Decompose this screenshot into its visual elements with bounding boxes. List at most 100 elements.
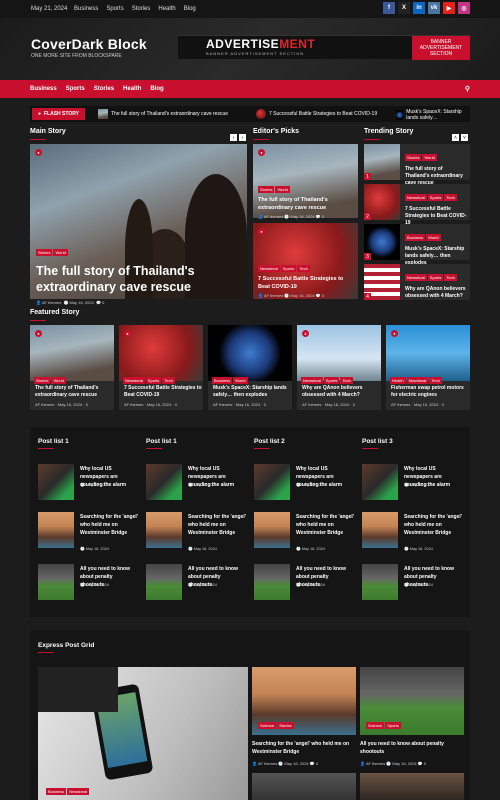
editors-pick-card[interactable]: ● Newsbeat Sports Tech 7 Successful Battle… xyxy=(253,223,358,299)
camera-icon: ● xyxy=(35,330,42,337)
express-card-title[interactable]: Searching for the 'angel' who held me on… xyxy=(252,740,356,756)
tag[interactable]: Stories xyxy=(36,249,53,256)
post-list-item[interactable]: Why local US newspapers are sounding the… xyxy=(254,464,354,504)
site-title[interactable]: CoverDark Block xyxy=(31,36,147,52)
ticker-item[interactable]: The full story of Thailand's extraordina… xyxy=(98,109,228,119)
post-list-item[interactable]: Why local US newspapers are sounding the… xyxy=(146,464,246,504)
facebook-icon[interactable]: f xyxy=(383,2,395,14)
editors-pick-card[interactable]: ● Stories World The full story of Thailan… xyxy=(253,144,358,219)
trending-item[interactable]: 2 Newsbeat Sports Tech 7 Successful Battle … xyxy=(364,184,470,226)
ad-subtitle: BANNER ADVERTISEMENT SECTION xyxy=(206,51,305,56)
top-menu-stories[interactable]: Stories xyxy=(132,6,151,12)
post-list-item[interactable]: All you need to know about penalty shoot… xyxy=(146,564,246,604)
post-title[interactable]: Searching for the 'angel' who held me on… xyxy=(404,513,462,537)
post-thumbnail[interactable] xyxy=(254,464,290,500)
express-grid-panel: Express Post Grid Business Newsbeat Scien… xyxy=(30,630,470,800)
prev-arrow-icon[interactable]: ‹ xyxy=(230,134,237,141)
post-thumbnail[interactable] xyxy=(146,512,182,548)
nav-stories[interactable]: Stories xyxy=(94,86,114,92)
next-arrow-icon[interactable]: › xyxy=(239,134,246,141)
post-date: 🕓 May 16, 2024 xyxy=(296,547,325,551)
flash-story-label: ● FLASH STORY xyxy=(32,108,85,120)
express-card-meta: 👤 AF themes 🕓 May 16, 2024 💬 0 xyxy=(252,761,319,766)
featured-card[interactable]: ● Stories World The full story of Thailan… xyxy=(30,325,114,410)
post-title[interactable]: Searching for the 'angel' who held me on… xyxy=(296,513,354,537)
post-thumbnail[interactable] xyxy=(146,464,182,500)
post-thumbnail[interactable] xyxy=(362,464,398,500)
post-thumbnail[interactable] xyxy=(254,564,290,600)
express-card-image[interactable]: Science Stories xyxy=(252,667,356,735)
search-icon[interactable]: ⚲ xyxy=(465,85,470,93)
flash-icon: ● xyxy=(37,111,41,117)
ad-headline: ADVERTISEMENT xyxy=(206,37,316,51)
express-card-image[interactable] xyxy=(360,773,464,800)
post-thumbnail[interactable] xyxy=(362,512,398,548)
express-big-image[interactable]: Business Newsbeat xyxy=(38,667,248,800)
up-arrow-icon[interactable]: ˄ xyxy=(452,134,459,141)
linkedin-icon[interactable]: in xyxy=(413,2,425,14)
post-list-item[interactable]: Searching for the 'angel' who held me on… xyxy=(362,512,462,552)
trending-item[interactable]: 3 Business World Musk's SpaceX: Starship l… xyxy=(364,224,470,266)
youtube-icon[interactable]: ▶ xyxy=(443,2,455,14)
x-icon[interactable]: X xyxy=(398,2,410,14)
advertisement-banner[interactable]: ADVERTISEMENT BANNER ADVERTISEMENT SECTI… xyxy=(178,35,470,60)
post-date: 🕓 May 16, 2024 xyxy=(404,483,433,487)
nav-blog[interactable]: Blog xyxy=(150,86,163,92)
post-list-item[interactable]: Searching for the 'angel' who held me on… xyxy=(254,512,354,552)
tag[interactable]: World xyxy=(53,249,68,256)
post-title[interactable]: Searching for the 'angel' who held me on… xyxy=(188,513,246,537)
express-card-title[interactable]: All you need to know about penalty shoot… xyxy=(360,740,464,756)
post-list-item[interactable]: Searching for the 'angel' who held me on… xyxy=(38,512,138,552)
post-list-item[interactable]: Searching for the 'angel' who held me on… xyxy=(146,512,246,552)
featured-card[interactable]: ● Newsbeat Sports Tech 7 Successful Battle… xyxy=(119,325,203,410)
vk-icon[interactable]: vk xyxy=(428,2,440,14)
post-thumbnail[interactable] xyxy=(38,464,74,500)
camera-icon: ● xyxy=(258,228,265,235)
top-menu-blog[interactable]: Blog xyxy=(184,6,196,12)
post-list-item[interactable]: Why local US newspapers are sounding the… xyxy=(38,464,138,504)
down-arrow-icon[interactable]: ˅ xyxy=(461,134,468,141)
post-title[interactable]: Searching for the 'angel' who held me on… xyxy=(80,513,138,537)
editors-pick-title: 7 Successful Battle Strategies to Beat C… xyxy=(258,276,344,290)
post-thumbnail[interactable] xyxy=(146,564,182,600)
instagram-icon[interactable]: ◎ xyxy=(458,2,470,14)
featured-card[interactable]: ● Health Newsbeat Tech Fisherman swap petr… xyxy=(386,325,470,410)
post-date: 🕓 May 16, 2024 xyxy=(80,483,109,487)
ticker-item[interactable]: 7 Successful Battle Strategies to Beat C… xyxy=(256,109,377,119)
post-thumbnail[interactable] xyxy=(38,564,74,600)
express-card-image[interactable]: Science Sports xyxy=(360,667,464,735)
nav-health[interactable]: Health xyxy=(123,86,141,92)
trending-heading: Trending Story xyxy=(364,128,414,140)
post-list-item[interactable]: All you need to know about penalty shoot… xyxy=(38,564,138,604)
featured-card[interactable]: ● Newsbeat Sports Tech Why are QAnon belie… xyxy=(297,325,381,410)
post-thumbnail[interactable] xyxy=(254,512,290,548)
nav-sports[interactable]: Sports xyxy=(66,86,85,92)
site-tagline: ONE MORE SITE FROM BLOCKSPARE xyxy=(31,53,122,59)
top-menu: Business Sports Stories Health Blog xyxy=(74,6,196,12)
main-nav: Business Sports Stories Health Blog ⚲ xyxy=(0,80,500,98)
top-menu-business[interactable]: Business xyxy=(74,6,98,12)
top-menu-health[interactable]: Health xyxy=(158,6,175,12)
main-story-title[interactable]: The full story of Thailand's extraordina… xyxy=(36,263,236,295)
featured-card[interactable]: Business World Musk's SpaceX: Starship la… xyxy=(208,325,292,410)
post-thumbnail[interactable] xyxy=(38,512,74,548)
post-list-item[interactable]: Why local US newspapers are sounding the… xyxy=(362,464,462,504)
post-thumbnail[interactable] xyxy=(362,564,398,600)
main-story-caption: Stories World The full story of Thailand'… xyxy=(36,241,236,305)
nav-business[interactable]: Business xyxy=(30,86,57,92)
current-date: May 21, 2024 xyxy=(31,6,68,12)
post-lists-panel: Post list 1 Post list 1 Post list 2 Post… xyxy=(30,427,470,617)
post-date: 🕓 May 16, 2024 xyxy=(80,547,109,551)
post-date: 🕓 May 16, 2024 xyxy=(404,547,433,551)
post-date: 🕓 May 16, 2024 xyxy=(80,583,109,587)
post-date: 🕓 May 16, 2024 xyxy=(296,483,325,487)
trending-item[interactable]: 4 Newsbeat Sports Tech Why are QAnon believ… xyxy=(364,264,470,300)
top-menu-sports[interactable]: Sports xyxy=(106,6,123,12)
editors-pick-title: The full story of Thailand's extraordina… xyxy=(258,197,328,211)
post-list-item[interactable]: All you need to know about penalty shoot… xyxy=(254,564,354,604)
express-card-image[interactable] xyxy=(252,773,356,800)
ticker-item[interactable]: Musk's SpaceX: Starship lands safely… xyxy=(396,109,470,121)
trending-item[interactable]: 1 Stories World The full story of Thailand… xyxy=(364,144,470,186)
post-list-item[interactable]: All you need to know about penalty shoot… xyxy=(362,564,462,604)
main-story-arrows: ‹ › xyxy=(230,134,246,141)
